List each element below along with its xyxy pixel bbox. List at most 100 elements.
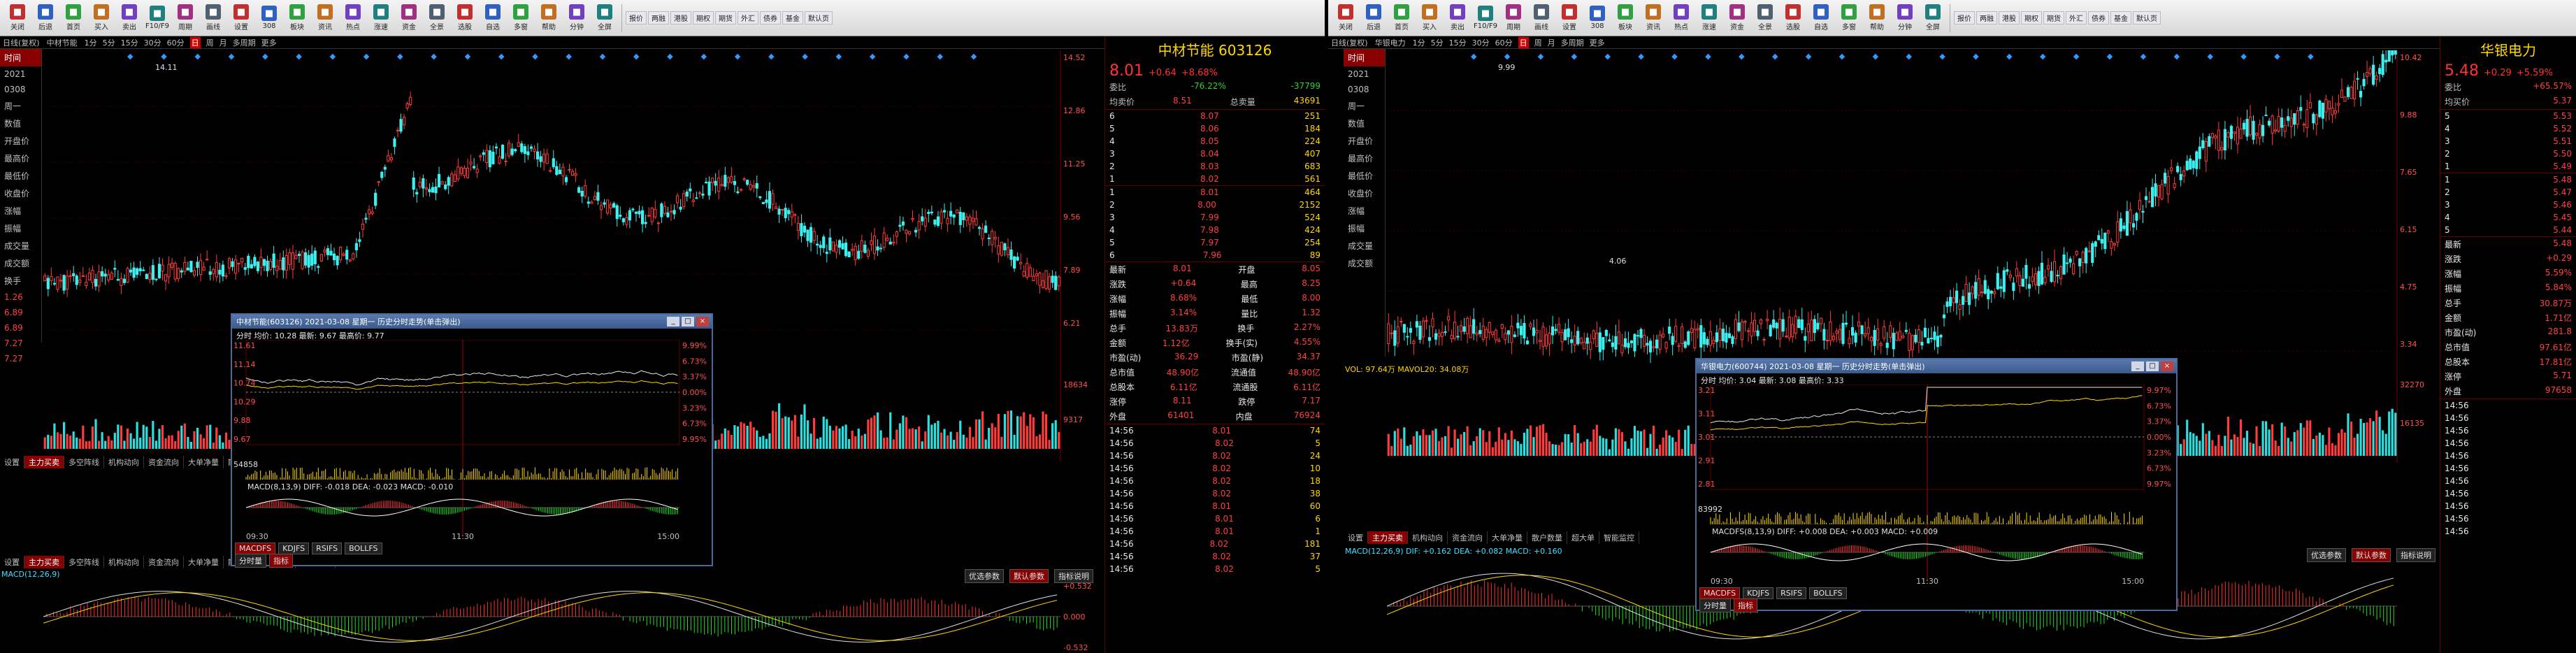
- toolbar-button-10[interactable]: ■ 板块: [284, 3, 310, 34]
- toolbar-button-17[interactable]: ■ 自选: [1808, 3, 1834, 34]
- toolbar-button-16[interactable]: ■ 选股: [1780, 3, 1806, 34]
- toolbar-button-3[interactable]: ■ 买入: [88, 3, 115, 34]
- toolbar-button-19[interactable]: ■ 帮助: [535, 3, 562, 34]
- quick-link[interactable]: 期权: [693, 11, 714, 24]
- toolbar-button-17[interactable]: ■ 自选: [480, 3, 506, 34]
- toolbar-button-2[interactable]: ■ 首页: [1388, 3, 1415, 34]
- quick-link[interactable]: 债券: [2088, 11, 2109, 24]
- intraday-popup-left[interactable]: 中材节能(603126) 2021-03-08 星期一 历史分时走势(单击弹出)…: [231, 313, 713, 568]
- period-1[interactable]: 5分: [103, 37, 115, 48]
- quick-link[interactable]: 期货: [715, 11, 736, 24]
- toolbar-button-5[interactable]: ■ F10/F9: [144, 3, 171, 34]
- popup-indicator-button[interactable]: MACDFS: [1699, 587, 1741, 599]
- toolbar-button-21[interactable]: ■ 全屏: [591, 3, 618, 34]
- period-2[interactable]: 15分: [1449, 37, 1467, 48]
- popup-indicator-button[interactable]: MACDFS: [235, 543, 276, 554]
- toolbar-button-15[interactable]: ■ 全景: [1752, 3, 1778, 34]
- toolbar-button-4[interactable]: ■ 卖出: [1444, 3, 1471, 34]
- quick-link[interactable]: 债券: [760, 11, 781, 24]
- toolbar-button-1[interactable]: ■ 后退: [32, 3, 59, 34]
- quick-link[interactable]: 两融: [1976, 11, 1997, 24]
- toolbar-button-8[interactable]: ■ 设置: [1556, 3, 1583, 34]
- indicator-tab[interactable]: 资金流向: [144, 556, 184, 568]
- indicator-tab[interactable]: 主力买卖: [24, 556, 64, 568]
- toolbar-button-11[interactable]: ■ 资讯: [312, 3, 338, 34]
- toolbar-button-18[interactable]: ■ 多窗: [508, 3, 534, 34]
- quick-link[interactable]: 基金: [2110, 11, 2131, 24]
- toolbar-button-15[interactable]: ■ 全景: [424, 3, 450, 34]
- toolbar-button-21[interactable]: ■ 全屏: [1920, 3, 1946, 34]
- popup-tab[interactable]: 分时量: [1699, 598, 1731, 612]
- indicator-tab[interactable]: 多空阵线: [64, 556, 104, 568]
- indicator-tab[interactable]: 机构动向: [104, 456, 144, 468]
- popup-indicator-button[interactable]: KDJFS: [278, 543, 310, 554]
- indicator-tab[interactable]: 多空阵线: [64, 456, 104, 468]
- toolbar-button-11[interactable]: ■ 资讯: [1640, 3, 1667, 34]
- toolbar-button-5[interactable]: ■ F10/F9: [1472, 3, 1499, 34]
- toolbar-button-2[interactable]: ■ 首页: [60, 3, 87, 34]
- toolbar-button-10[interactable]: ■ 板块: [1612, 3, 1639, 34]
- toolbar-button-12[interactable]: ■ 热点: [1668, 3, 1694, 34]
- toolbar-button-13[interactable]: ■ 涨速: [368, 3, 394, 34]
- toolbar-button-20[interactable]: ■ 分钟: [1892, 3, 1918, 34]
- quick-link[interactable]: 报价: [626, 11, 647, 24]
- minimize-button[interactable]: _: [667, 317, 679, 326]
- popup-tab[interactable]: 指标: [1734, 598, 1757, 612]
- quick-link[interactable]: 外汇: [2066, 11, 2087, 24]
- toolbar-button-16[interactable]: ■ 选股: [452, 3, 478, 34]
- quick-link[interactable]: 外汇: [737, 11, 758, 24]
- quick-link[interactable]: 港股: [1999, 11, 2020, 24]
- popup-indicator-button[interactable]: KDJFS: [1743, 587, 1774, 599]
- intraday-popup-right[interactable]: 华银电力(600744) 2021-03-08 星期一 历史分时走势(单击弹出)…: [1695, 358, 2178, 612]
- toolbar-button-7[interactable]: ■ 画线: [1528, 3, 1555, 34]
- toolbar-button-0[interactable]: ■ 关闭: [1332, 3, 1359, 34]
- indicator-tab[interactable]: 设置: [0, 456, 24, 468]
- period-8[interactable]: 多周期: [1561, 37, 1584, 48]
- maximize-button[interactable]: □: [2146, 361, 2159, 371]
- period-4[interactable]: 60分: [167, 37, 185, 48]
- indicator-tab[interactable]: 设置: [1344, 531, 1368, 544]
- indicator-tab[interactable]: 机构动向: [104, 556, 144, 568]
- period-5[interactable]: 日: [189, 36, 201, 48]
- period-8[interactable]: 多周期: [233, 37, 256, 48]
- toolbar-button-7[interactable]: ■ 画线: [200, 3, 226, 34]
- toolbar-button-12[interactable]: ■ 热点: [340, 3, 366, 34]
- quick-link[interactable]: 默认页: [805, 11, 833, 24]
- toolbar-button-19[interactable]: ■ 帮助: [1864, 3, 1890, 34]
- quick-link[interactable]: 港股: [670, 11, 691, 24]
- indicator-tab[interactable]: 机构动向: [1408, 531, 1448, 544]
- toolbar-button-6[interactable]: ■ 周期: [1500, 3, 1527, 34]
- minimize-button[interactable]: _: [2131, 361, 2144, 371]
- indicator-tab[interactable]: 主力买卖: [24, 456, 64, 468]
- toolbar-button-0[interactable]: ■ 关闭: [4, 3, 31, 34]
- chart-mode[interactable]: 日线(复权): [1331, 37, 1368, 48]
- period-9[interactable]: 更多: [1590, 37, 1605, 48]
- close-button[interactable]: ×: [2161, 361, 2173, 371]
- popup-titlebar[interactable]: 华银电力(600744) 2021-03-08 星期一 历史分时走势(单击弹出)…: [1697, 359, 2176, 373]
- popup-tab[interactable]: 分时量: [235, 554, 266, 568]
- period-7[interactable]: 月: [220, 37, 227, 48]
- period-4[interactable]: 60分: [1495, 37, 1513, 48]
- indicator-tab[interactable]: 大单净量: [184, 556, 224, 568]
- indicator-tab[interactable]: 散户数量: [1527, 531, 1567, 544]
- quick-link[interactable]: 期权: [2021, 11, 2042, 24]
- maximize-button[interactable]: □: [682, 317, 694, 326]
- indicator-tab[interactable]: 智能监控: [1599, 531, 1639, 544]
- quick-link[interactable]: 报价: [1954, 11, 1975, 24]
- toolbar-button-20[interactable]: ■ 分钟: [563, 3, 590, 34]
- toolbar-button-14[interactable]: ■ 资金: [396, 3, 422, 34]
- period-1[interactable]: 5分: [1431, 37, 1444, 48]
- period-5[interactable]: 日: [1518, 36, 1529, 48]
- toolbar-button-14[interactable]: ■ 资金: [1724, 3, 1750, 34]
- period-3[interactable]: 30分: [1472, 37, 1490, 48]
- popup-tab[interactable]: 指标: [269, 554, 293, 568]
- period-6[interactable]: 周: [206, 37, 214, 48]
- toolbar-button-13[interactable]: ■ 涨速: [1696, 3, 1722, 34]
- quick-link[interactable]: 默认页: [2133, 11, 2161, 24]
- indicator-tab[interactable]: 设置: [0, 556, 24, 568]
- period-9[interactable]: 更多: [261, 37, 277, 48]
- period-0[interactable]: 1分: [1413, 37, 1425, 48]
- indicator-tab[interactable]: 资金流向: [1448, 531, 1488, 544]
- popup-titlebar[interactable]: 中材节能(603126) 2021-03-08 星期一 历史分时走势(单击弹出)…: [232, 315, 712, 329]
- toolbar-button-18[interactable]: ■ 多窗: [1836, 3, 1862, 34]
